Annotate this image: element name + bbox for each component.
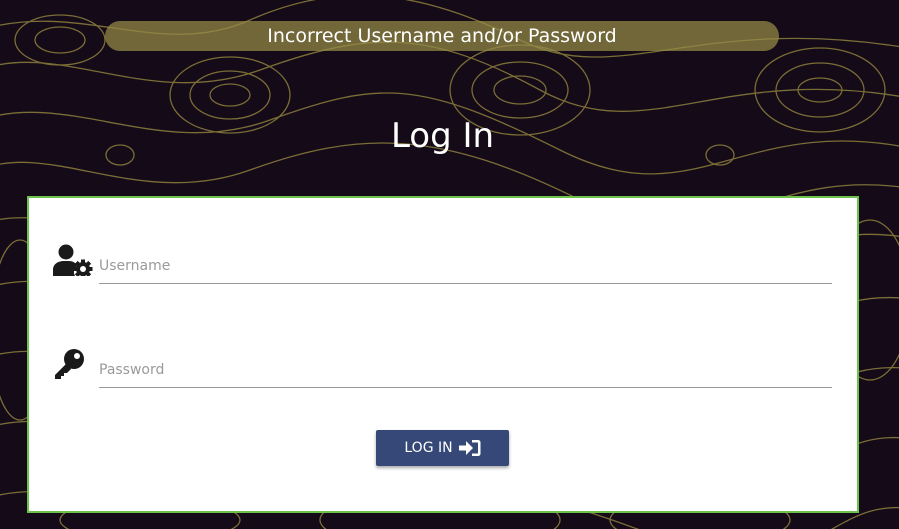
login-button-label: LOG IN <box>404 440 453 456</box>
user-gear-icon <box>53 244 93 276</box>
key-icon <box>55 349 84 379</box>
password-input[interactable] <box>99 353 832 388</box>
login-button[interactable]: LOG IN <box>376 430 509 466</box>
error-alert-banner: Incorrect Username and/or Password <box>105 21 779 51</box>
page-title: Log In <box>390 116 495 156</box>
sign-in-icon <box>458 440 481 456</box>
login-form-card: LOG IN <box>27 196 859 513</box>
username-input[interactable] <box>99 249 832 284</box>
